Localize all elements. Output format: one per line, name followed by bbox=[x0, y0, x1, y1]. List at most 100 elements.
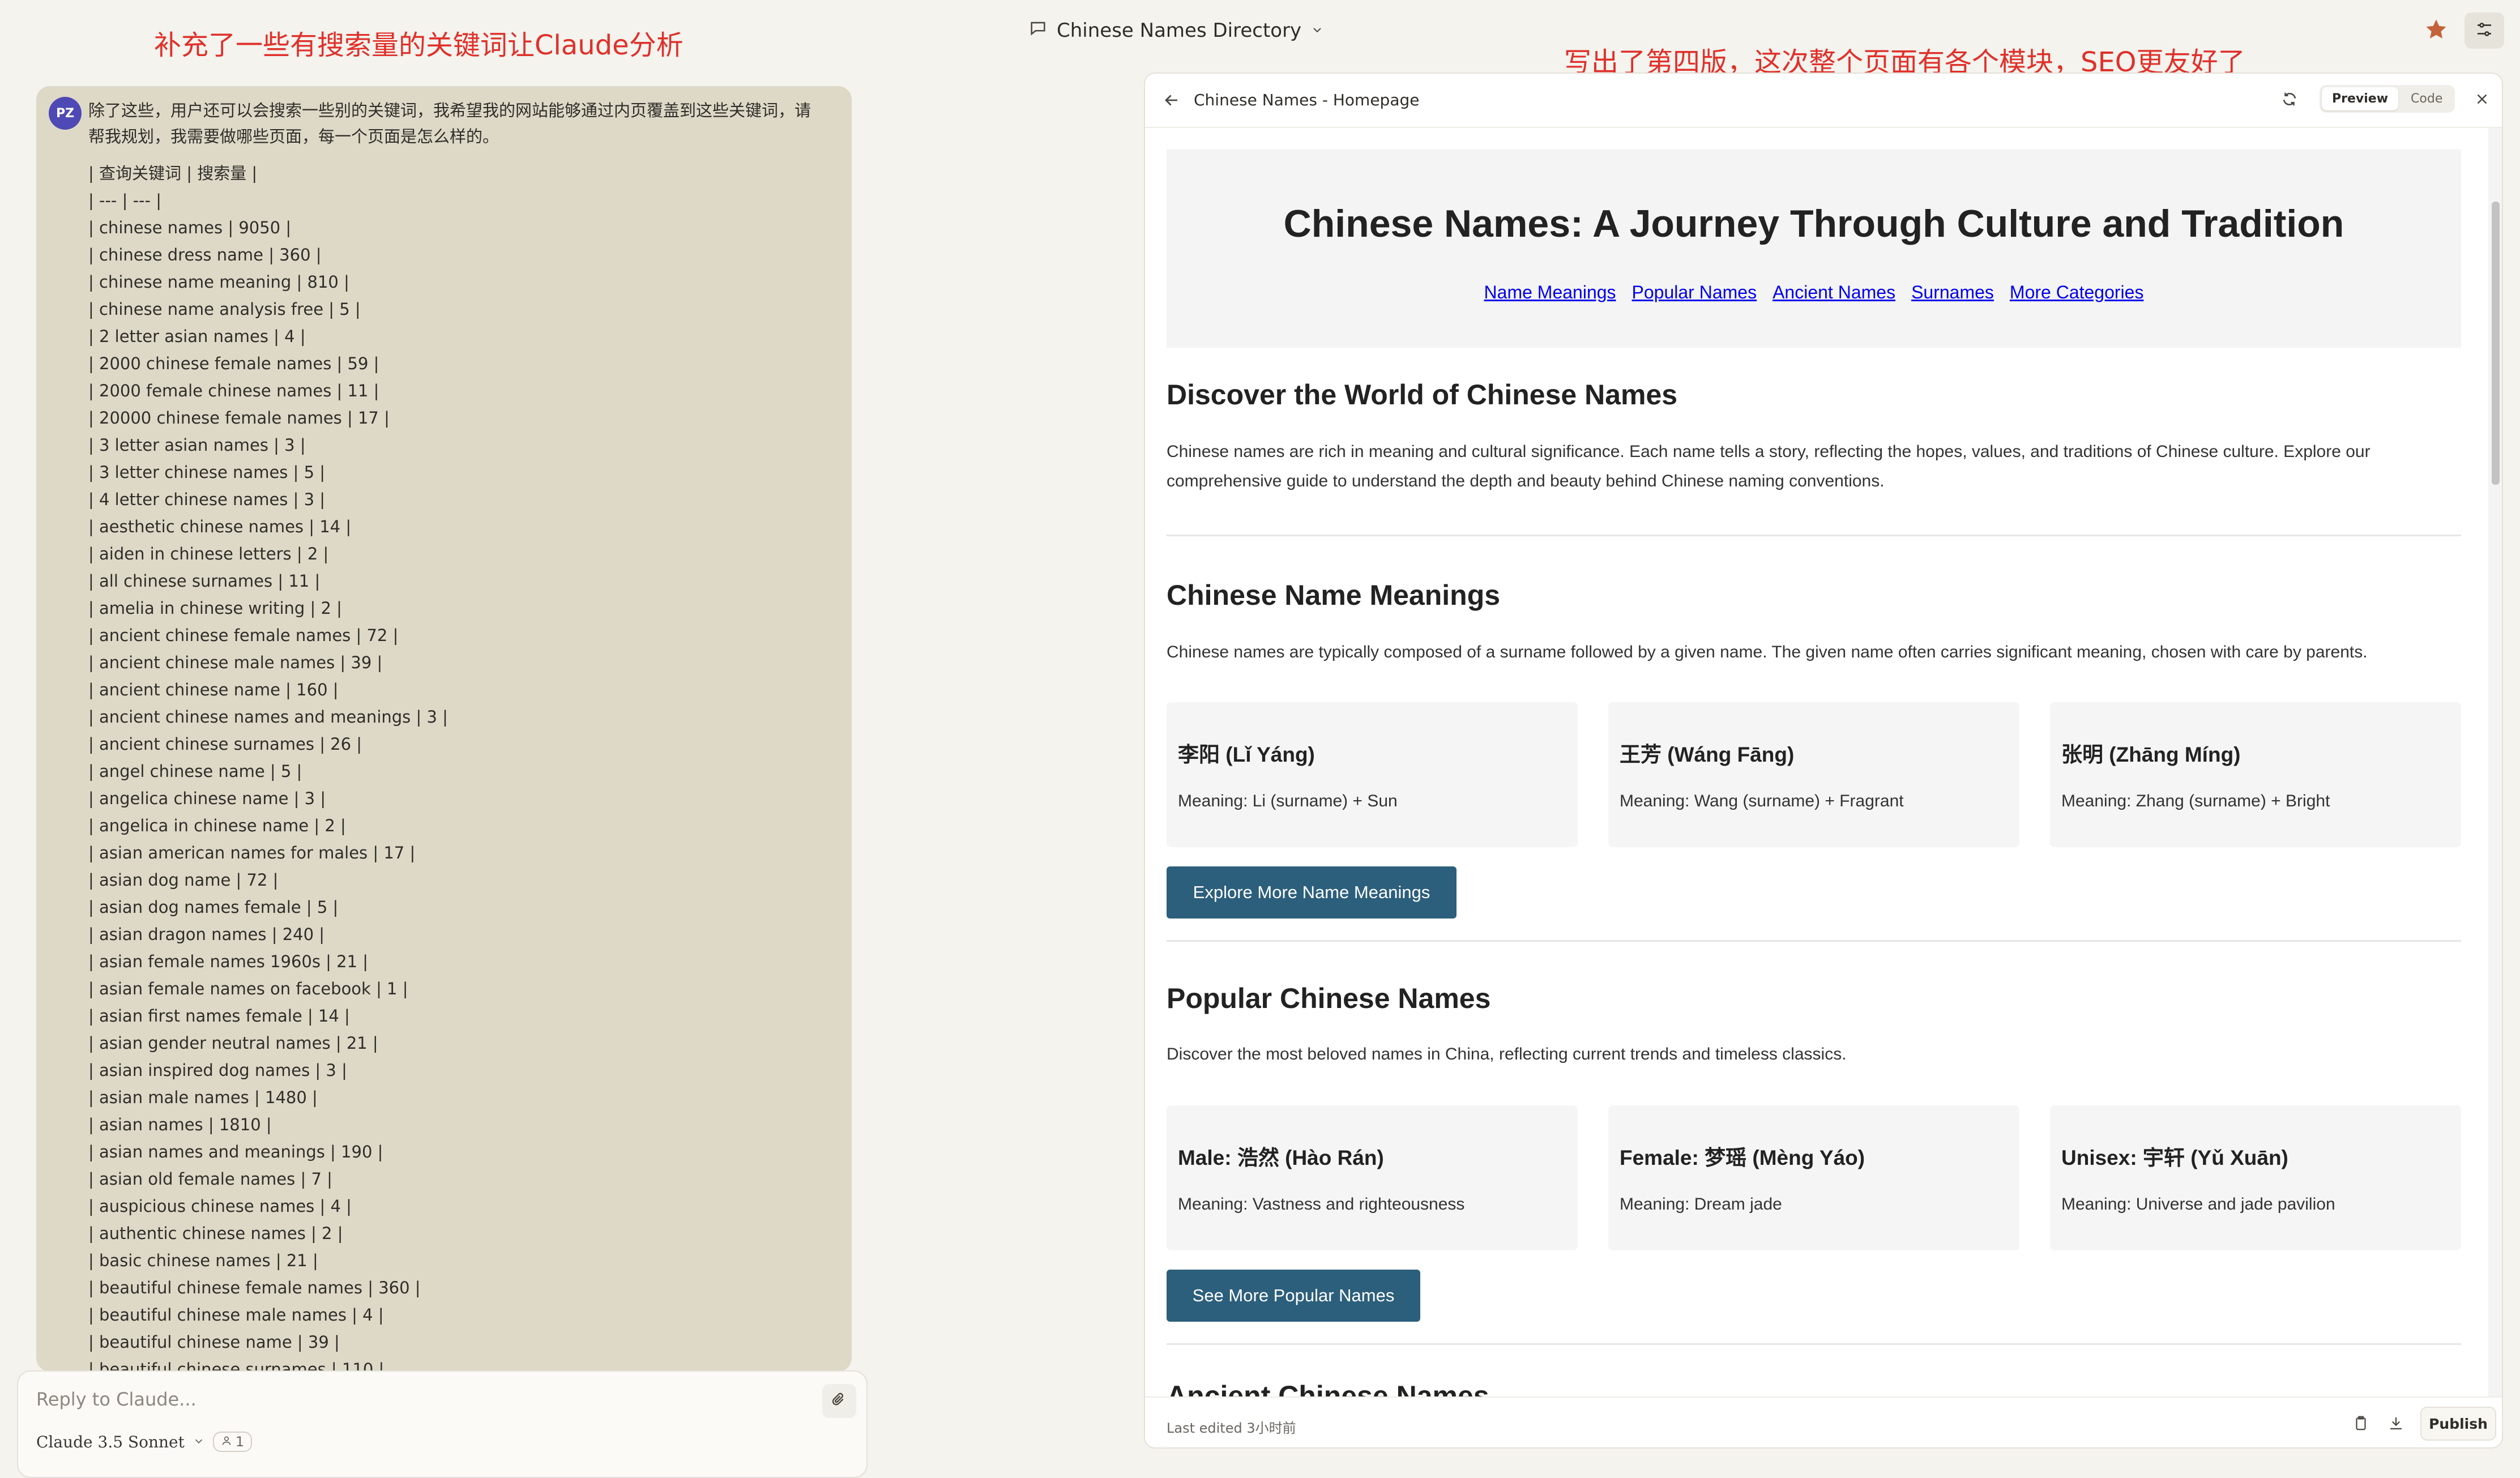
discover-text-line2: comprehensive guide to understand the de… bbox=[1167, 472, 1885, 490]
chevron-down-icon bbox=[1310, 19, 1324, 42]
keyword-row: | ancient chinese male names | 39 | bbox=[88, 653, 383, 672]
keyword-row: | asian dog name | 72 | bbox=[88, 870, 279, 890]
keyword-table: | 查询关键词 | 搜索量 | | --- | --- | | chinese na… bbox=[88, 160, 836, 1372]
keyword-row: | ancient chinese names and meanings | 3… bbox=[88, 707, 448, 727]
star-button[interactable] bbox=[2419, 14, 2453, 48]
attach-button[interactable] bbox=[822, 1384, 856, 1418]
person-icon bbox=[221, 1434, 232, 1450]
model-selector[interactable]: Claude 3.5 Sonnet 1 bbox=[36, 1429, 253, 1454]
message-intro: 除了这些，用户还可以会搜索一些别的关键词，我希望我的网站能够通过内页覆盖到这些关… bbox=[88, 97, 842, 149]
card-title: 李阳 (Lǐ Yáng) bbox=[1178, 743, 1315, 766]
name-card: Unisex: 宇轩 (Yǔ Xuān) Meaning: Universe an… bbox=[2050, 1105, 2461, 1250]
keyword-row: | chinese dress name | 360 | bbox=[88, 245, 322, 264]
keyword-row: | amelia in chinese writing | 2 | bbox=[88, 599, 342, 618]
nav-link[interactable]: Ancient Names bbox=[1772, 282, 1895, 303]
view-toggle: Preview Code bbox=[2320, 85, 2455, 113]
keyword-row: | chinese names | 9050 | bbox=[88, 218, 292, 237]
keyword-row: | asian old female names | 7 | bbox=[88, 1169, 332, 1189]
close-icon[interactable] bbox=[2474, 91, 2491, 112]
name-card: 王芳 (Wáng Fāng) Meaning: Wang (surname) + … bbox=[1608, 702, 2019, 847]
settings-button[interactable] bbox=[2465, 12, 2504, 49]
paperclip-icon bbox=[830, 1391, 848, 1411]
chat-bubble-icon bbox=[1028, 19, 1048, 43]
name-card: 李阳 (Lǐ Yáng) Meaning: Li (surname) + Sun bbox=[1167, 702, 1578, 847]
keyword-row: | angelica in chinese name | 2 | bbox=[88, 816, 346, 835]
card-title: Female: 梦瑶 (Mèng Yáo) bbox=[1620, 1146, 1865, 1169]
keyword-row: | asian dragon names | 240 | bbox=[88, 925, 325, 944]
see-popular-button[interactable]: See More Popular Names bbox=[1167, 1270, 1420, 1322]
publish-button[interactable]: Publish bbox=[2420, 1407, 2496, 1441]
keyword-row: | chinese name analysis free | 5 | bbox=[88, 300, 361, 319]
popular-text: Discover the most beloved names in China… bbox=[1167, 1045, 1847, 1063]
nav-link[interactable]: Name Meanings bbox=[1484, 282, 1616, 303]
card-text: Meaning: Vastness and righteousness bbox=[1178, 1195, 1465, 1214]
card-title: 张明 (Zhāng Míng) bbox=[2061, 743, 2241, 766]
keyword-row: | 查询关键词 | 搜索量 | bbox=[88, 164, 258, 183]
keyword-row: | ancient chinese surnames | 26 | bbox=[88, 734, 362, 754]
conversation-title[interactable]: Chinese Names Directory bbox=[1028, 17, 1324, 44]
keyword-row: | beautiful chinese male names | 4 | bbox=[88, 1305, 384, 1325]
tab-code[interactable]: Code bbox=[2401, 87, 2453, 110]
card-title: Male: 浩然 (Hào Rán) bbox=[1178, 1146, 1384, 1169]
discover-heading: Discover the World of Chinese Names bbox=[1167, 379, 1678, 411]
refresh-icon[interactable] bbox=[2281, 91, 2298, 112]
keyword-row: | all chinese surnames | 11 | bbox=[88, 571, 321, 591]
divider bbox=[1167, 1343, 2461, 1345]
keyword-row: | asian names and meanings | 190 | bbox=[88, 1142, 383, 1161]
discover-text: Chinese names are rich in meaning and cu… bbox=[1167, 437, 2463, 496]
reply-box: Reply to Claude... Claude 3.5 Sonnet 1 bbox=[17, 1370, 868, 1478]
keyword-row: | ancient chinese name | 160 | bbox=[88, 680, 339, 699]
card-text: Meaning: Dream jade bbox=[1620, 1195, 1782, 1214]
meanings-text: Chinese names are typically composed of … bbox=[1167, 643, 2368, 661]
explore-meanings-button[interactable]: Explore More Name Meanings bbox=[1167, 866, 1457, 919]
keyword-row: | chinese name meaning | 810 | bbox=[88, 272, 349, 292]
card-text: Meaning: Li (surname) + Sun bbox=[1178, 792, 1398, 810]
nav-link[interactable]: More Categories bbox=[2010, 282, 2144, 303]
artifact-title: Chinese Names - Homepage bbox=[1194, 91, 1420, 109]
card-text: Meaning: Wang (surname) + Fragrant bbox=[1620, 792, 1904, 810]
star-icon bbox=[2424, 18, 2448, 44]
keyword-row: | beautiful chinese female names | 360 | bbox=[88, 1278, 421, 1297]
artifact-panel: Chinese Names - Homepage Preview Code Ch… bbox=[1144, 72, 2503, 1449]
keyword-row: | angel chinese name | 5 | bbox=[88, 762, 302, 781]
keyword-row: | angelica chinese name | 3 | bbox=[88, 789, 326, 808]
preview-content: Chinese Names: A Journey Through Culture… bbox=[1145, 128, 2487, 1396]
keyword-row: | 3 letter chinese names | 5 | bbox=[88, 463, 326, 482]
keyword-row: | asian first names female | 14 | bbox=[88, 1006, 350, 1026]
copy-icon[interactable] bbox=[2352, 1415, 2369, 1434]
card-text: Meaning: Zhang (surname) + Bright bbox=[2061, 792, 2330, 810]
reply-input[interactable]: Reply to Claude... bbox=[36, 1389, 818, 1416]
chat-message-panel: PZ 除了这些，用户还可以会搜索一些别的关键词，我希望我的网站能够通过内页覆盖到… bbox=[36, 86, 852, 1372]
nav-link[interactable]: Popular Names bbox=[1632, 282, 1757, 303]
keyword-row: | 2000 chinese female names | 59 | bbox=[88, 354, 379, 373]
keyword-row: | asian male names | 1480 | bbox=[88, 1088, 318, 1107]
scrollbar-thumb[interactable] bbox=[2492, 202, 2500, 485]
hero-nav: Name Meanings Popular Names Ancient Names S… bbox=[1167, 282, 2461, 303]
hero-title: Chinese Names: A Journey Through Culture… bbox=[1283, 202, 2344, 245]
keyword-row: | asian inspired dog names | 3 | bbox=[88, 1061, 347, 1080]
download-icon[interactable] bbox=[2387, 1415, 2404, 1434]
badge-count: 1 bbox=[235, 1434, 245, 1450]
keyword-row: | beautiful chinese name | 39 | bbox=[88, 1332, 340, 1352]
conversation-title-text: Chinese Names Directory bbox=[1057, 19, 1302, 42]
nav-link[interactable]: Surnames bbox=[1911, 282, 1994, 303]
keyword-row: | aesthetic chinese names | 14 | bbox=[88, 517, 352, 536]
keyword-row: | --- | --- | bbox=[88, 191, 161, 210]
keyword-row: | asian names | 1810 | bbox=[88, 1115, 272, 1134]
keyword-row: | authentic chinese names | 2 | bbox=[88, 1224, 343, 1243]
card-title: 王芳 (Wáng Fāng) bbox=[1620, 743, 1795, 766]
scrollbar[interactable] bbox=[2488, 128, 2502, 1396]
message-intro-line1: 除了这些，用户还可以会搜索一些别的关键词，我希望我的网站能够通过内页覆盖到这些关… bbox=[88, 101, 811, 120]
style-badge[interactable]: 1 bbox=[212, 1432, 253, 1452]
keyword-row: | asian dog names female | 5 | bbox=[88, 898, 339, 917]
message-intro-line2: 帮我规划，我需要做哪些页面，每一个页面是怎么样的。 bbox=[88, 127, 499, 146]
back-arrow-icon[interactable] bbox=[1162, 91, 1181, 114]
divider bbox=[1167, 940, 2461, 942]
chevron-down-icon bbox=[193, 1433, 205, 1451]
name-card: 张明 (Zhāng Míng) Meaning: Zhang (surname) … bbox=[2050, 702, 2461, 847]
tab-preview[interactable]: Preview bbox=[2322, 87, 2399, 110]
keyword-row: | 4 letter chinese names | 3 | bbox=[88, 490, 326, 509]
keyword-row: | ancient chinese female names | 72 | bbox=[88, 626, 399, 645]
last-edited: Last edited 3小时前 bbox=[1167, 1420, 1296, 1436]
name-card: Male: 浩然 (Hào Rán) Meaning: Vastness and … bbox=[1167, 1105, 1578, 1250]
